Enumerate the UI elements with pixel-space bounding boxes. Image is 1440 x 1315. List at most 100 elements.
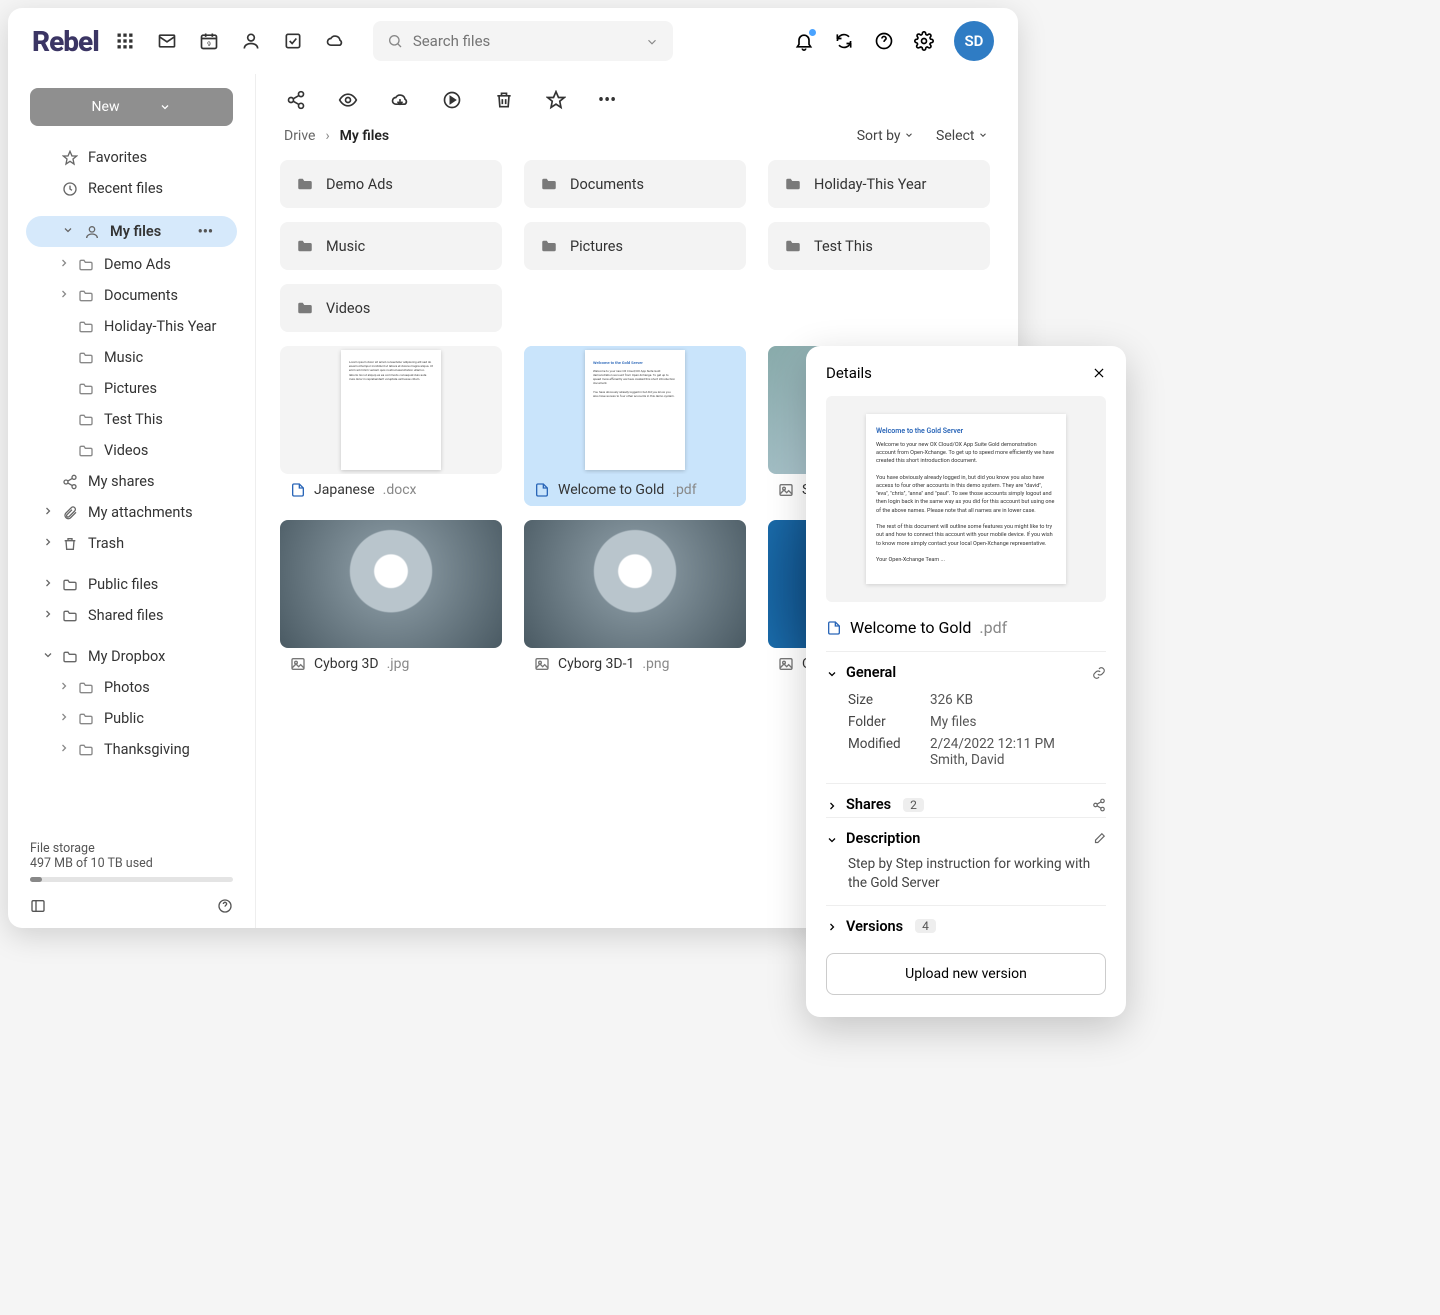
sort-by-button[interactable]: Sort by	[857, 128, 914, 144]
tree-item[interactable]: Demo Ads	[8, 249, 255, 280]
chevron-down-icon	[826, 833, 838, 845]
folder-icon	[62, 577, 78, 593]
sidebar-myshares[interactable]: My shares	[8, 466, 255, 497]
sidebar-mydropbox[interactable]: My Dropbox	[8, 641, 255, 672]
filetype-icon	[778, 482, 794, 498]
section-description-header[interactable]: Description	[826, 830, 1106, 847]
folder-icon	[62, 608, 78, 624]
sidebar-tree: Demo AdsDocumentsHoliday-This YearMusicP…	[8, 249, 255, 466]
section-shares: Shares 2	[826, 783, 1106, 817]
breadcrumb-row: Drive › My files Sort by Select	[280, 126, 988, 160]
filetype-icon	[534, 656, 550, 672]
close-icon[interactable]	[1092, 366, 1106, 380]
file-tile[interactable]: Welcome to the Gold ServerWelcome to you…	[524, 346, 746, 506]
section-versions: Versions 4	[826, 905, 1106, 939]
chevron-right-icon	[42, 607, 54, 624]
filetype-icon	[534, 482, 550, 498]
tree-item[interactable]: Music	[8, 342, 255, 373]
play-button[interactable]	[442, 90, 462, 110]
chevron-down-icon	[159, 101, 171, 113]
tasks-icon[interactable]	[283, 31, 303, 51]
svg-text:9: 9	[207, 40, 211, 48]
tree-item[interactable]: Holiday-This Year	[8, 311, 255, 342]
upload-new-version-button[interactable]: Upload new version	[826, 953, 1106, 995]
folder-card[interactable]: Pictures	[524, 222, 746, 270]
folder-card[interactable]: Videos	[280, 284, 502, 332]
avatar[interactable]: SD	[954, 21, 994, 61]
file-tile[interactable]: Cyborg 3D-1.png	[524, 520, 746, 680]
folder-card[interactable]: Test This	[768, 222, 990, 270]
sidebar-dropbox-tree: PhotosPublicThanksgiving	[8, 672, 255, 765]
folder-icon	[296, 175, 314, 193]
chevron-right-icon	[826, 920, 838, 932]
download-button[interactable]	[390, 90, 410, 110]
edit-icon[interactable]	[1092, 832, 1106, 846]
crumb-root[interactable]: Drive	[284, 128, 315, 144]
view-button[interactable]	[338, 90, 358, 110]
share-button[interactable]	[286, 90, 306, 110]
new-button[interactable]: New	[30, 88, 233, 126]
tree-item[interactable]: Videos	[8, 435, 255, 466]
panel-toggle-icon[interactable]	[30, 898, 46, 914]
folder-card[interactable]: Demo Ads	[280, 160, 502, 208]
chevron-down-icon	[826, 667, 838, 679]
calendar-icon[interactable]: 9	[199, 31, 219, 51]
versions-count-badge: 4	[915, 919, 936, 933]
sidebar-publicfiles[interactable]: Public files	[8, 569, 255, 600]
folder-card[interactable]: Holiday-This Year	[768, 160, 990, 208]
tree-item[interactable]: Documents	[8, 280, 255, 311]
link-icon[interactable]	[1092, 666, 1106, 680]
sidebar-trash[interactable]: Trash	[8, 528, 255, 559]
storage-used: 497 MB of 10 TB used	[30, 856, 233, 871]
mail-icon[interactable]	[157, 31, 177, 51]
favorite-button[interactable]	[546, 90, 566, 110]
folder-icon	[78, 711, 94, 727]
chevron-right-icon	[58, 741, 70, 758]
tree-item[interactable]: Test This	[8, 404, 255, 435]
file-tile[interactable]: Cyborg 3D.jpg	[280, 520, 502, 680]
search-bar[interactable]	[373, 21, 673, 61]
sidebar-favorites[interactable]: Favorites	[8, 142, 255, 173]
more-icon[interactable]: •••	[198, 223, 213, 240]
help-icon[interactable]	[874, 31, 894, 51]
folder-card[interactable]: Music	[280, 222, 502, 270]
chevron-right-icon	[42, 504, 54, 521]
notifications-icon[interactable]	[794, 31, 814, 51]
apps-grid-icon[interactable]	[115, 31, 135, 51]
contacts-icon[interactable]	[241, 31, 261, 51]
sidebar-recent[interactable]: Recent files	[8, 173, 255, 204]
section-general-header[interactable]: General	[826, 664, 1106, 681]
chevron-right-icon	[58, 287, 70, 304]
cloud-icon[interactable]	[325, 31, 345, 51]
file-tile[interactable]: Lorem ipsum dolor sit amet consectetur a…	[280, 346, 502, 506]
tree-item[interactable]: Public	[8, 703, 255, 734]
sidebar: New Favorites Recent files My files ••• …	[8, 74, 256, 928]
tree-item[interactable]: Photos	[8, 672, 255, 703]
chevron-right-icon	[42, 535, 54, 552]
tree-item[interactable]: Thanksgiving	[8, 734, 255, 765]
folder-icon	[296, 299, 314, 317]
select-button[interactable]: Select	[936, 128, 988, 144]
section-shares-header[interactable]: Shares 2	[826, 796, 1106, 813]
sidebar-sharedfiles[interactable]: Shared files	[8, 600, 255, 631]
folder-card[interactable]: Documents	[524, 160, 746, 208]
search-input[interactable]	[413, 32, 635, 50]
help-icon[interactable]	[217, 898, 233, 914]
filetype-icon	[290, 482, 306, 498]
chevron-down-icon[interactable]	[645, 34, 659, 48]
filetype-icon	[778, 656, 794, 672]
sidebar-myattachments[interactable]: My attachments	[8, 497, 255, 528]
header-app-icons: 9	[115, 31, 345, 51]
sync-icon[interactable]	[834, 31, 854, 51]
tree-item[interactable]: Pictures	[8, 373, 255, 404]
share-icon[interactable]	[1092, 798, 1106, 812]
file-thumbnail: Lorem ipsum dolor sit amet consectetur a…	[280, 346, 502, 474]
section-description: Description Step by Step instruction for…	[826, 817, 1106, 905]
section-versions-header[interactable]: Versions 4	[826, 918, 1106, 935]
sidebar-myfiles[interactable]: My files •••	[26, 216, 237, 247]
more-button[interactable]: •••	[598, 90, 618, 110]
settings-icon[interactable]	[914, 31, 934, 51]
chevron-right-icon	[58, 679, 70, 696]
chevron-down-icon	[42, 648, 54, 665]
delete-button[interactable]	[494, 90, 514, 110]
